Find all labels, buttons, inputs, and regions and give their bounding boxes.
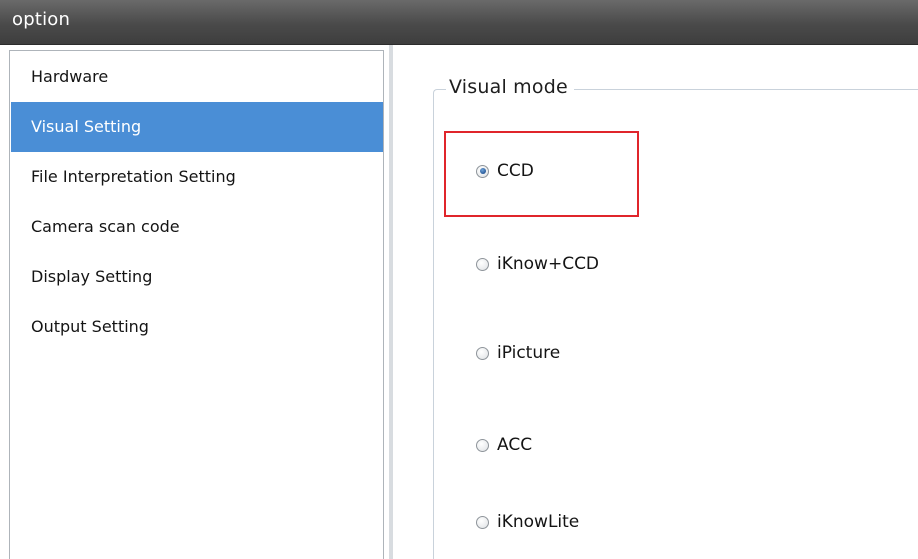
visual-mode-legend: Visual mode <box>446 76 574 98</box>
radio-ccd[interactable]: CCD <box>476 159 534 183</box>
radio-iknowlite-label: iKnowLite <box>497 512 580 532</box>
panel-splitter[interactable] <box>389 45 393 559</box>
radio-checked-icon[interactable] <box>476 164 489 178</box>
radio-ipicture[interactable]: iPicture <box>476 341 560 365</box>
radio-ccd-label: CCD <box>497 161 534 181</box>
sidebar-item-hardware[interactable]: Hardware <box>11 52 383 102</box>
radio-unchecked-icon[interactable] <box>476 257 489 271</box>
radio-iknow-ccd-label: iKnow+CCD <box>497 254 600 274</box>
window-title: option <box>12 9 71 30</box>
title-bar[interactable]: option <box>0 0 918 45</box>
radio-acc-label: ACC <box>497 435 533 455</box>
radio-ipicture-label: iPicture <box>497 343 561 363</box>
radio-acc[interactable]: ACC <box>476 433 532 457</box>
settings-category-list: Hardware Visual Setting File Interpretat… <box>9 50 384 559</box>
option-dialog: option Hardware Visual Setting File Inte… <box>0 0 918 559</box>
radio-unchecked-icon[interactable] <box>476 346 489 360</box>
sidebar-item-camera-scan-code[interactable]: Camera scan code <box>11 202 383 252</box>
radio-unchecked-icon[interactable] <box>476 515 489 529</box>
sidebar-item-display-setting[interactable]: Display Setting <box>11 252 383 302</box>
sidebar-item-output-setting[interactable]: Output Setting <box>11 302 383 352</box>
radio-unchecked-icon[interactable] <box>476 438 489 452</box>
radio-iknow-ccd[interactable]: iKnow+CCD <box>476 252 599 276</box>
sidebar-item-file-interpretation-setting[interactable]: File Interpretation Setting <box>11 152 383 202</box>
sidebar-item-visual-setting[interactable]: Visual Setting <box>11 102 383 152</box>
highlight-annotation-box <box>444 131 639 217</box>
radio-iknowlite[interactable]: iKnowLite <box>476 510 579 534</box>
